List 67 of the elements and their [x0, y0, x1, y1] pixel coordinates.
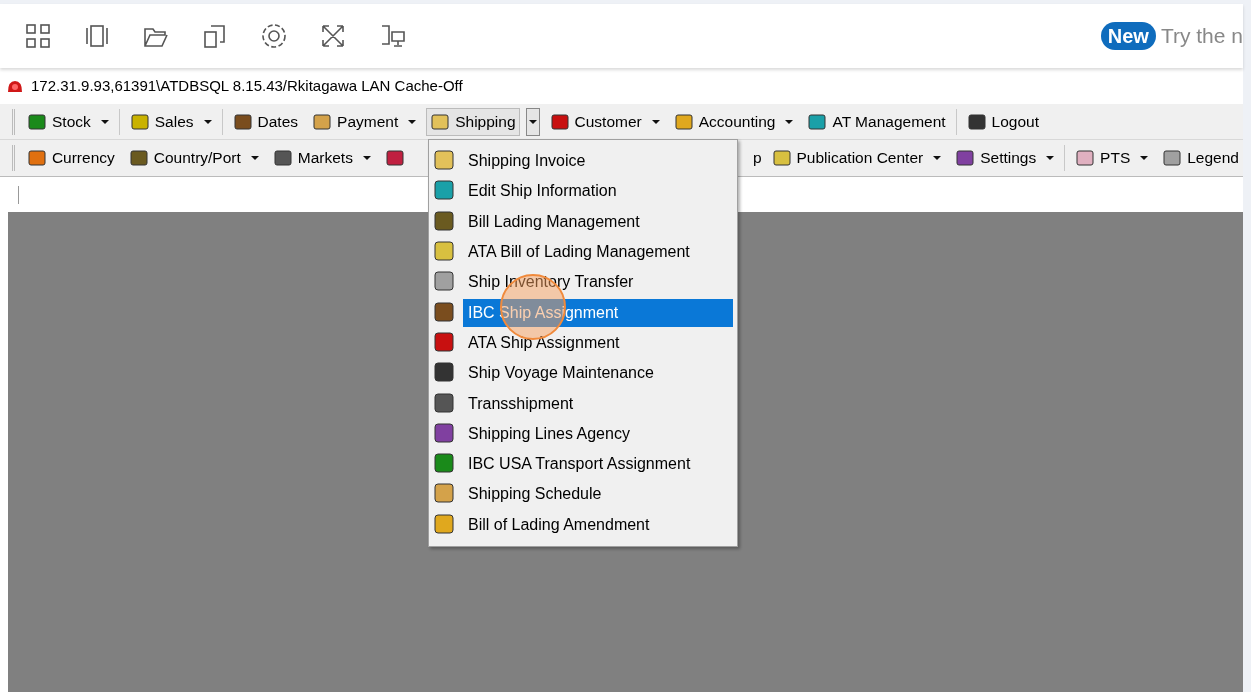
- toolbar-icon: [1162, 148, 1183, 168]
- menu-item[interactable]: Shipping Lines Agency: [463, 419, 733, 448]
- menu-item[interactable]: ATA Ship Assignment: [463, 328, 733, 357]
- toolbar-icon: [129, 111, 150, 132]
- dropdown-arrow-icon: [1140, 155, 1149, 161]
- dropdown-arrow-icon: [203, 118, 212, 125]
- expand-icon[interactable]: [319, 22, 347, 50]
- dropdown-arrow-icon: [100, 118, 109, 125]
- toolbar-button[interactable]: Country/Port: [124, 144, 263, 172]
- toolbar-button[interactable]: Currency: [22, 144, 119, 172]
- toolbar-icon: [1075, 148, 1096, 168]
- dropdown-arrow-button[interactable]: [525, 107, 540, 136]
- menu-item[interactable]: Bill Lading Management: [463, 207, 733, 236]
- menu-item[interactable]: IBC USA Transport Assignment: [463, 450, 733, 479]
- dropdown-arrow-icon: [651, 118, 660, 125]
- toolbar-icon: [272, 148, 293, 168]
- toolbar-icon: [807, 111, 828, 132]
- toolbar-button[interactable]: Customer: [545, 107, 664, 136]
- toolbar-icon: [966, 111, 987, 132]
- panels-icon[interactable]: [83, 22, 111, 50]
- toolbar-button[interactable]: AT Management: [803, 107, 950, 136]
- menu-item[interactable]: Shipping Invoice: [463, 147, 733, 176]
- menu-item[interactable]: Edit Ship Information: [463, 177, 733, 206]
- toolbar-button[interactable]: Accounting: [669, 107, 798, 136]
- toolbar-icon: [673, 111, 694, 132]
- toolbar-icon: [128, 148, 149, 168]
- new-badge: New: [1100, 22, 1156, 50]
- dropdown-arrow-icon: [933, 155, 942, 161]
- toolbar-button[interactable]: Publication Center: [767, 144, 946, 172]
- menu-item[interactable]: Ship Inventory Transfer: [463, 268, 733, 297]
- menu-item[interactable]: ATA Bill of Lading Management: [463, 238, 733, 267]
- dropdown-arrow-icon: [362, 155, 371, 161]
- dropdown-arrow-icon: [408, 118, 417, 125]
- toolbar-icon: [549, 111, 570, 132]
- text-cursor: [18, 185, 19, 204]
- menu-item[interactable]: Shipping Schedule: [463, 480, 733, 509]
- menu-item[interactable]: Bill of Lading Amendment: [463, 510, 733, 539]
- alarm-icon: [6, 78, 24, 94]
- toolbar-button[interactable]: Logout: [962, 107, 1043, 136]
- toolbar-icon: [27, 111, 47, 132]
- dropdown-arrow-icon: [1046, 155, 1055, 161]
- toolbar-icon: [955, 148, 976, 168]
- toolbar-button[interactable]: Dates: [228, 107, 303, 136]
- menu-item[interactable]: Transshipment: [463, 389, 733, 418]
- toolbar-icon: [26, 148, 47, 168]
- toolbar-button[interactable]: Legend: [1158, 144, 1243, 172]
- toolbar-icon: [430, 111, 451, 132]
- dropdown-arrow-icon: [250, 155, 259, 161]
- toolbar-button[interactable]: Sales: [125, 107, 216, 136]
- toolbar-icon: [312, 111, 333, 132]
- toolbar-icon: [771, 148, 792, 168]
- promo-text[interactable]: Try the n: [1155, 20, 1243, 52]
- toolbar-label: p: [752, 148, 762, 169]
- grid-icon[interactable]: [24, 22, 52, 50]
- menu-item[interactable]: Ship Voyage Maintenance: [463, 359, 733, 388]
- toolbar-button[interactable]: PTS: [1071, 144, 1153, 172]
- toolbar-button[interactable]: Payment: [308, 107, 421, 136]
- settings-icon[interactable]: [260, 22, 288, 50]
- dropdown-arrow-icon: [528, 118, 537, 125]
- toolbar-button[interactable]: Stock: [23, 107, 113, 136]
- toolbar-button[interactable]: Shipping: [426, 107, 520, 136]
- toolbar-button[interactable]: Settings: [951, 144, 1059, 172]
- dropdown-arrow-icon: [785, 118, 794, 125]
- toolbar-icon: [232, 111, 253, 132]
- toolbar-button[interactable]: Markets: [268, 144, 375, 172]
- connection-title: 172.31.9.93,61391\ATDBSQL 8.15.43/Rkitagawa LAN Cache-Off: [31, 75, 463, 96]
- toolbar-icon: [384, 148, 405, 168]
